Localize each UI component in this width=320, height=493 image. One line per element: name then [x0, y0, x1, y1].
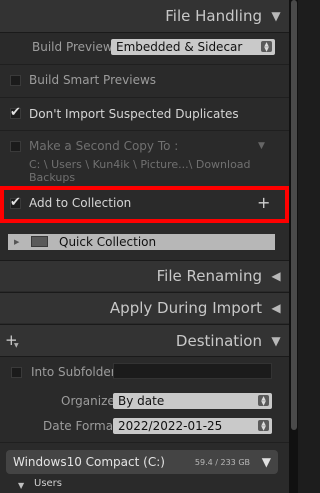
quick-collection-item[interactable]: ▶ Quick Collection: [8, 234, 275, 250]
date-format-select[interactable]: 2022/2022-01-25 ▲ ▼: [113, 418, 272, 434]
volume-name: Windows10 Compact (C:): [13, 455, 165, 469]
select-arrows-icon: ▲ ▼: [261, 41, 272, 53]
volume-header[interactable]: Windows10 Compact (C:) 59.4 / 233 GB ▼: [6, 450, 278, 474]
second-copy-path: C: \ Users \ Kun4ik \ Picture...\ Downlo…: [29, 158, 251, 184]
add-folder-dropdown-icon[interactable]: ▼: [14, 342, 19, 349]
triangle-right-icon: ▶: [14, 238, 20, 246]
build-smart-previews-label: Build Smart Previews: [29, 73, 157, 87]
highlight-box: [0, 186, 289, 223]
quick-collection-label: Quick Collection: [59, 235, 157, 249]
select-arrows-icon: ▲ ▼: [258, 420, 269, 432]
triangle-left-icon: ◀: [271, 301, 281, 315]
checkmark-icon: ✔: [10, 105, 21, 120]
triangle-down-icon: ▼: [271, 9, 281, 23]
folder-expand-icon[interactable]: ▼: [18, 481, 24, 490]
file-handling-title: File Handling: [165, 7, 262, 25]
panel-scrollbar-thumb[interactable]: [291, 0, 297, 430]
build-previews-value: Embedded & Sidecar: [116, 40, 243, 54]
volume-size: 59.4 / 233 GB: [194, 458, 250, 467]
organize-label: Organize: [61, 394, 115, 408]
file-renaming-title: File Renaming: [156, 267, 262, 285]
triangle-down-icon: ▼: [261, 455, 271, 469]
second-copy-checkbox[interactable]: [10, 141, 21, 152]
file-handling-header[interactable]: File Handling ▼: [0, 0, 289, 32]
organize-select[interactable]: By date ▲ ▼: [113, 393, 272, 409]
apply-during-import-title: Apply During Import: [109, 299, 262, 317]
date-format-value: 2022/2022-01-25: [118, 419, 223, 433]
select-arrows-icon: ▲ ▼: [258, 395, 269, 407]
destination-header[interactable]: Destination ▼: [0, 325, 289, 356]
subfolder-name-input[interactable]: [113, 363, 272, 379]
into-subfolder-label: Into Subfolder: [31, 365, 116, 379]
divider: [0, 442, 289, 443]
dont-import-duplicates-label: Don't Import Suspected Duplicates: [29, 107, 239, 121]
second-copy-dropdown-icon[interactable]: ▼: [258, 141, 265, 151]
divider: [0, 130, 289, 131]
into-subfolder-checkbox[interactable]: [11, 367, 22, 378]
build-previews-select[interactable]: Embedded & Sidecar ▲ ▼: [111, 39, 275, 55]
triangle-down-icon: ▼: [271, 333, 281, 348]
divider: [0, 64, 289, 65]
file-renaming-header[interactable]: File Renaming ◀: [0, 261, 289, 291]
divider: [0, 97, 289, 98]
apply-during-import-header[interactable]: Apply During Import ◀: [0, 293, 289, 323]
header-separator: [0, 32, 289, 33]
triangle-left-icon: ◀: [271, 269, 281, 283]
users-folder-label[interactable]: Users: [34, 478, 62, 489]
build-smart-previews-checkbox[interactable]: [10, 75, 21, 86]
organize-value: By date: [118, 394, 165, 408]
date-format-label: Date Format: [43, 419, 118, 433]
build-previews-label: Build Previews: [32, 40, 119, 54]
second-copy-label: Make a Second Copy To :: [29, 139, 179, 153]
collection-folder-icon: [31, 236, 48, 247]
section-separator: [0, 356, 289, 357]
destination-title: Destination: [175, 331, 262, 350]
